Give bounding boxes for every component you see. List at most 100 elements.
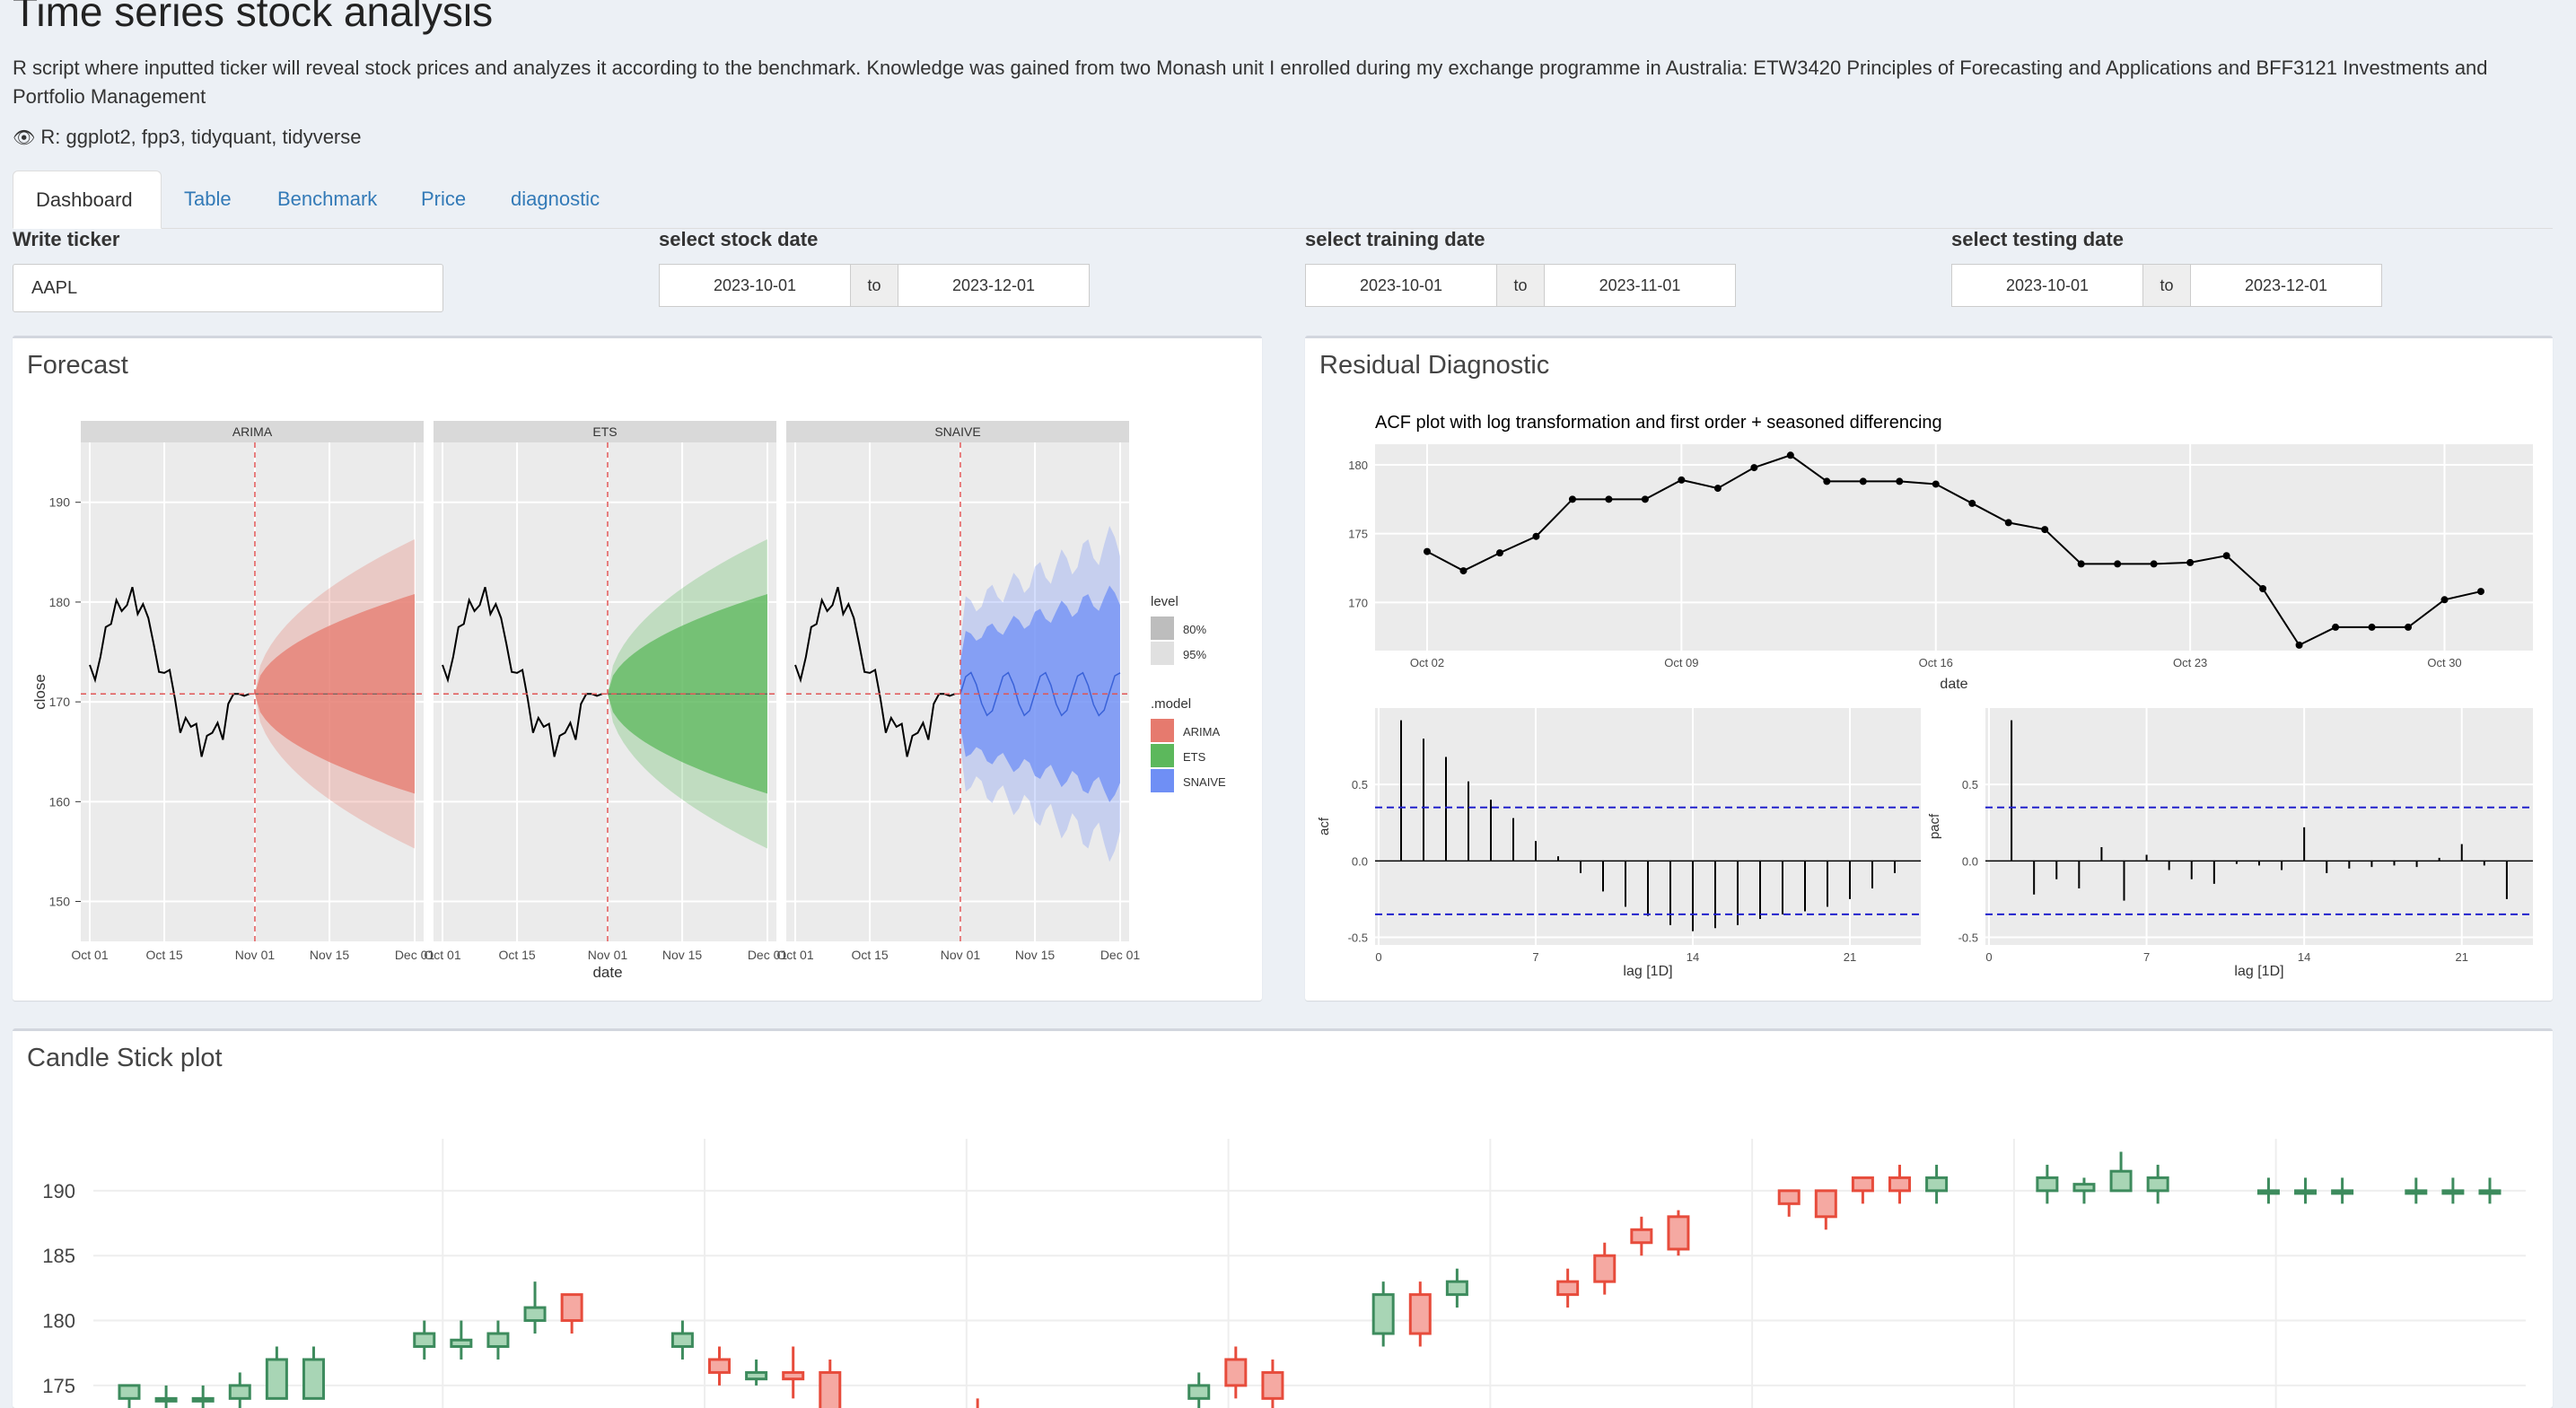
x-tick-label: Oct 15 [851, 948, 888, 962]
x-tick-label: Dec 01 [1100, 948, 1141, 962]
residual-series-point [1459, 567, 1468, 575]
candle-body [118, 1384, 141, 1400]
x-tick-label: 0 [1985, 950, 1992, 964]
residual-series-point [2077, 560, 2085, 568]
candle-body [2256, 1189, 2280, 1195]
residual-series-point [1968, 499, 1976, 507]
forecast-chart: ARIMA 150 160 170 180 190 Oct 01 Oct 15 Nov 01 No… [31, 421, 1226, 981]
page-title: Time series stock analysis [13, 0, 494, 35]
x-tick-label: Oct 01 [71, 948, 108, 962]
x-tick-label: Oct 15 [145, 948, 182, 962]
candle-body [302, 1358, 325, 1400]
residual-series-point [2041, 526, 2049, 534]
x-tick-label: 14 [1687, 950, 1699, 964]
y-tick-label: 160 [49, 794, 71, 809]
stock-date-label: select stock date [659, 228, 819, 250]
candle-body [2331, 1189, 2354, 1195]
candle-body [1851, 1176, 1874, 1193]
y-tick-label: 0.5 [1962, 778, 1978, 791]
x-tick-label: Oct 30 [2427, 656, 2461, 669]
y-tick-label: 180 [49, 595, 71, 609]
legend-key [1151, 769, 1174, 792]
x-tick-label: Nov 01 [941, 948, 981, 962]
candle-body [2441, 1189, 2465, 1195]
y-axis-title: pacf [1927, 813, 1942, 839]
residual-panel: Residual Diagnostic ACF plot with log tr… [1305, 336, 2553, 1001]
candle-body [486, 1332, 510, 1348]
candle-body [1371, 1293, 1395, 1335]
x-tick-label: Oct 16 [1919, 656, 1953, 669]
legend-key [1151, 617, 1174, 640]
candle-body [1408, 1293, 1432, 1335]
candle-body [1630, 1228, 1653, 1245]
range-separator: to [851, 264, 898, 307]
x-tick-label: Nov 15 [310, 948, 350, 962]
ticker-input[interactable]: AAPL [13, 264, 443, 312]
candle-body [265, 1358, 288, 1400]
candle-body [1445, 1280, 1468, 1297]
y-tick-label: 0.0 [1352, 854, 1368, 868]
candle-body [1187, 1384, 1211, 1400]
tab-diagnostic[interactable]: diagnostic [488, 171, 622, 226]
facet-label: ARIMA [232, 424, 273, 439]
eye-slash-icon: 👁 [13, 127, 36, 148]
candle-body [670, 1332, 694, 1348]
y-tick-label: 190 [49, 495, 71, 510]
y-tick-label: -0.5 [1348, 931, 1368, 944]
tech-label: R: ggplot2, fpp3, tidyquant, tidyverse [40, 126, 362, 148]
legend-label: SNAIVE [1183, 775, 1226, 789]
x-tick-label: 7 [1532, 950, 1538, 964]
legend-label: 95% [1183, 648, 1206, 661]
stock-date-from[interactable]: 2023-10-01 [659, 264, 851, 307]
candle-body [1888, 1176, 1911, 1193]
residual-series-point [2332, 623, 2340, 631]
residual-series-point [1678, 476, 1686, 484]
tab-price[interactable]: Price [399, 171, 488, 226]
testing-date-from[interactable]: 2023-10-01 [1951, 264, 2143, 307]
tech-line: 👁 R: ggplot2, fpp3, tidyquant, tidyverse [13, 126, 362, 149]
x-axis-title: date [1940, 677, 1967, 692]
candle-body [1777, 1189, 1801, 1205]
candle-body [523, 1306, 547, 1323]
x-tick-label: Nov 15 [1015, 948, 1056, 962]
residual-series-point [1859, 477, 1867, 485]
candle-body [2478, 1189, 2502, 1195]
residual-series-point [2150, 560, 2158, 568]
y-axis-title: close [31, 674, 48, 710]
candle-body [1224, 1358, 1248, 1387]
legend-key [1151, 719, 1174, 742]
testing-date-to[interactable]: 2023-12-01 [2190, 264, 2382, 307]
x-tick-label: 0 [1375, 950, 1381, 964]
range-separator: to [1497, 264, 1544, 307]
training-date-label: select training date [1305, 228, 1485, 250]
candle-body [2146, 1176, 2169, 1193]
legend-level-title: level [1151, 594, 1178, 609]
stock-date-to[interactable]: 2023-12-01 [898, 264, 1090, 307]
residual-series-point [2440, 596, 2449, 604]
stock-date-range: 2023-10-01 to 2023-12-01 [659, 264, 1090, 307]
tab-dashboard[interactable]: Dashboard [13, 171, 162, 229]
legend-label: 80% [1183, 623, 1206, 636]
residual-series-point [2368, 623, 2376, 631]
y-tick-label: 0.0 [1962, 854, 1978, 868]
y-tick-label: 0.5 [1352, 778, 1368, 791]
forecast-panel: Forecast ARIMA 150 160 170 180 190 Oct 01 Oct 1… [13, 336, 1262, 1001]
residual-series-point [2114, 560, 2122, 568]
residual-series-point [1568, 495, 1576, 503]
residual-series-point [1605, 495, 1613, 503]
candle-body [2109, 1169, 2133, 1193]
acf-plot-title: ACF plot with log transformation and fir… [1375, 413, 1942, 433]
candle-body [1814, 1189, 1837, 1219]
candle-body [2072, 1183, 2096, 1193]
residual-series-point [1786, 451, 1794, 459]
candle-body [2405, 1189, 2428, 1195]
tab-benchmark[interactable]: Benchmark [255, 171, 399, 226]
legend-label: ETS [1183, 750, 1206, 764]
candle-body [819, 1370, 842, 1408]
training-date-to[interactable]: 2023-11-01 [1544, 264, 1736, 307]
tab-table[interactable]: Table [162, 171, 254, 226]
x-tick-label: Nov 01 [235, 948, 276, 962]
training-date-from[interactable]: 2023-10-01 [1305, 264, 1497, 307]
x-tick-label: Oct 15 [498, 948, 535, 962]
y-tick-label: -0.5 [1958, 931, 1978, 944]
